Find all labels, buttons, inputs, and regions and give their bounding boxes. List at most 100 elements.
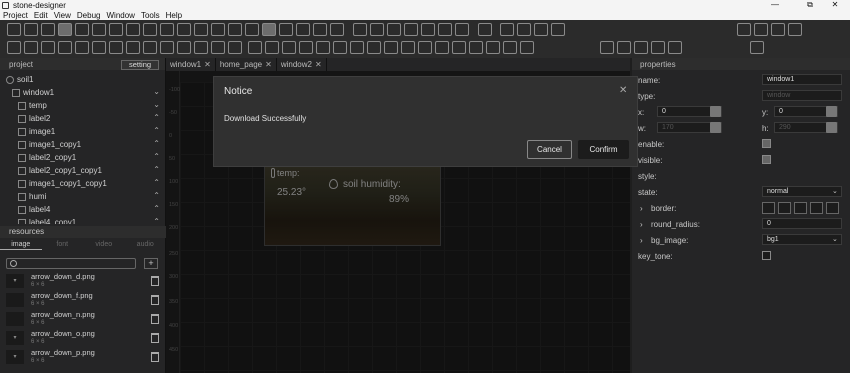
radius-field[interactable]: 0 xyxy=(762,218,842,229)
align-center-icon[interactable] xyxy=(24,41,38,54)
tree-item-soil1[interactable]: soil1 xyxy=(0,74,166,86)
pie-chart-widget-icon[interactable] xyxy=(387,23,401,36)
h-stepper[interactable] xyxy=(826,122,837,133)
preview-icon[interactable] xyxy=(771,23,785,36)
trash-icon[interactable] xyxy=(151,352,159,362)
tree-item-window1[interactable]: window1 ⌄ xyxy=(0,87,166,99)
collapse-icon[interactable] xyxy=(750,41,764,54)
tab-font[interactable]: font xyxy=(42,239,84,250)
radio-widget-icon[interactable] xyxy=(41,23,55,36)
border-top-toggle[interactable] xyxy=(778,202,791,214)
panel-icon[interactable] xyxy=(265,41,279,54)
close-icon[interactable]: ✕ xyxy=(619,85,627,96)
split-icon[interactable] xyxy=(350,41,364,54)
chart-widget-icon[interactable] xyxy=(478,23,492,36)
distribute-icon[interactable] xyxy=(75,41,89,54)
cells-icon[interactable] xyxy=(418,41,432,54)
tag-icon[interactable] xyxy=(228,41,242,54)
visible-checkbox[interactable] xyxy=(762,155,771,164)
tree-item-label2[interactable]: label2 ⌃ xyxy=(0,113,166,125)
download-icon[interactable] xyxy=(517,23,531,36)
vsplit-icon[interactable] xyxy=(367,41,381,54)
trash-icon[interactable] xyxy=(151,333,159,343)
matrix-icon[interactable] xyxy=(452,41,466,54)
check-icon[interactable] xyxy=(143,41,157,54)
tree-item-label4[interactable]: label4 ⌃ xyxy=(0,204,166,216)
clock-widget-icon[interactable] xyxy=(177,23,191,36)
chevron-up-icon[interactable]: ⌃ xyxy=(153,139,160,148)
container-icon[interactable] xyxy=(282,41,296,54)
name-field[interactable]: window1 xyxy=(762,74,842,85)
send-backward-icon[interactable] xyxy=(651,41,665,54)
key-tone-checkbox[interactable] xyxy=(762,251,771,260)
tab-home-page[interactable]: home_page ✕ xyxy=(216,58,277,71)
trash-icon[interactable] xyxy=(151,276,159,286)
tab-image[interactable]: image xyxy=(0,239,42,250)
border-all-toggle[interactable] xyxy=(826,202,839,214)
popup-widget-icon[interactable] xyxy=(296,23,310,36)
slider-widget-icon[interactable] xyxy=(109,23,123,36)
menu-help[interactable]: Help xyxy=(166,11,182,20)
export-icon[interactable] xyxy=(551,23,565,36)
tree-item-temp[interactable]: temp ⌄ xyxy=(0,100,166,112)
list-item[interactable]: ▾ arrow_down_o.png 6 × 6 xyxy=(0,329,166,348)
close-icon[interactable]: ✕ xyxy=(265,58,272,71)
lock-icon[interactable] xyxy=(534,23,548,36)
border-bottom-toggle[interactable] xyxy=(810,202,823,214)
widget-button-icon[interactable] xyxy=(7,23,21,36)
tree-item-label2-copy1[interactable]: label2_copy1 ⌃ xyxy=(0,152,166,164)
adjust-icon[interactable] xyxy=(500,23,514,36)
more-icon[interactable] xyxy=(668,41,682,54)
tree-item-image1[interactable]: image1 ⌃ xyxy=(0,126,166,138)
chevron-up-icon[interactable]: ⌃ xyxy=(153,152,160,161)
border-right-toggle[interactable] xyxy=(794,202,807,214)
digit-widget-icon[interactable] xyxy=(194,23,208,36)
menu-edit[interactable]: Edit xyxy=(34,11,48,20)
line-chart-widget-icon[interactable] xyxy=(353,23,367,36)
checkbox-widget-icon[interactable] xyxy=(24,23,38,36)
grid-widget-icon[interactable] xyxy=(228,23,242,36)
confirm-button[interactable]: Confirm xyxy=(578,140,629,159)
w-stepper[interactable] xyxy=(710,122,721,133)
tiles-icon[interactable] xyxy=(469,41,483,54)
menu-window[interactable]: Window xyxy=(106,11,134,20)
state-select[interactable]: normal xyxy=(762,186,842,197)
chevron-down-icon[interactable]: ⌄ xyxy=(153,87,160,96)
gauge-widget-icon[interactable] xyxy=(160,23,174,36)
edit-widget-icon[interactable] xyxy=(92,23,106,36)
trash-icon[interactable] xyxy=(151,295,159,305)
columns-icon[interactable] xyxy=(384,41,398,54)
tab-window1[interactable]: window1 ✕ xyxy=(166,58,216,71)
chevron-up-icon[interactable]: ⌃ xyxy=(153,191,160,200)
calendar-widget-icon[interactable] xyxy=(421,23,435,36)
tree-item-label2-copy1-copy1[interactable]: label2_copy1_copy1 ⌃ xyxy=(0,165,166,177)
link-icon[interactable] xyxy=(520,41,534,54)
add-resource-button[interactable]: + xyxy=(144,258,158,269)
tree-item-image1-copy1[interactable]: image1_copy1 ⌃ xyxy=(0,139,166,151)
grid-icon[interactable] xyxy=(92,41,106,54)
tree-item-image1-copy1-copy1[interactable]: image1_copy1_copy1 ⌃ xyxy=(0,178,166,190)
layout-icon[interactable] xyxy=(754,23,768,36)
row-icon[interactable] xyxy=(299,41,313,54)
chevron-up-icon[interactable]: ⌃ xyxy=(153,126,160,135)
chevron-up-icon[interactable]: ⌃ xyxy=(153,113,160,122)
y-stepper[interactable] xyxy=(826,106,837,117)
list-item[interactable]: ▾ arrow_down_d.png 6 × 6 xyxy=(0,272,166,291)
chevron-right-icon[interactable]: › xyxy=(640,236,643,245)
column-icon[interactable] xyxy=(316,41,330,54)
setting-button[interactable]: setting xyxy=(121,60,159,70)
tree-item-humi[interactable]: humi ⌃ xyxy=(0,191,166,203)
send-back-icon[interactable] xyxy=(617,41,631,54)
x-stepper[interactable] xyxy=(710,106,721,117)
align-left-icon[interactable] xyxy=(7,41,21,54)
image-icon[interactable] xyxy=(177,41,191,54)
scroll-widget-icon[interactable] xyxy=(330,23,344,36)
table-widget-icon[interactable] xyxy=(245,23,259,36)
switch-widget-icon[interactable] xyxy=(143,23,157,36)
align-icon[interactable] xyxy=(737,23,751,36)
chevron-down-icon[interactable]: ⌄ xyxy=(153,100,160,109)
run-icon[interactable] xyxy=(788,23,802,36)
list-item[interactable]: ▾ arrow_down_p.png 6 × 6 xyxy=(0,348,166,367)
palette-icon[interactable] xyxy=(194,41,208,54)
cancel-button[interactable]: Cancel xyxy=(527,140,572,159)
